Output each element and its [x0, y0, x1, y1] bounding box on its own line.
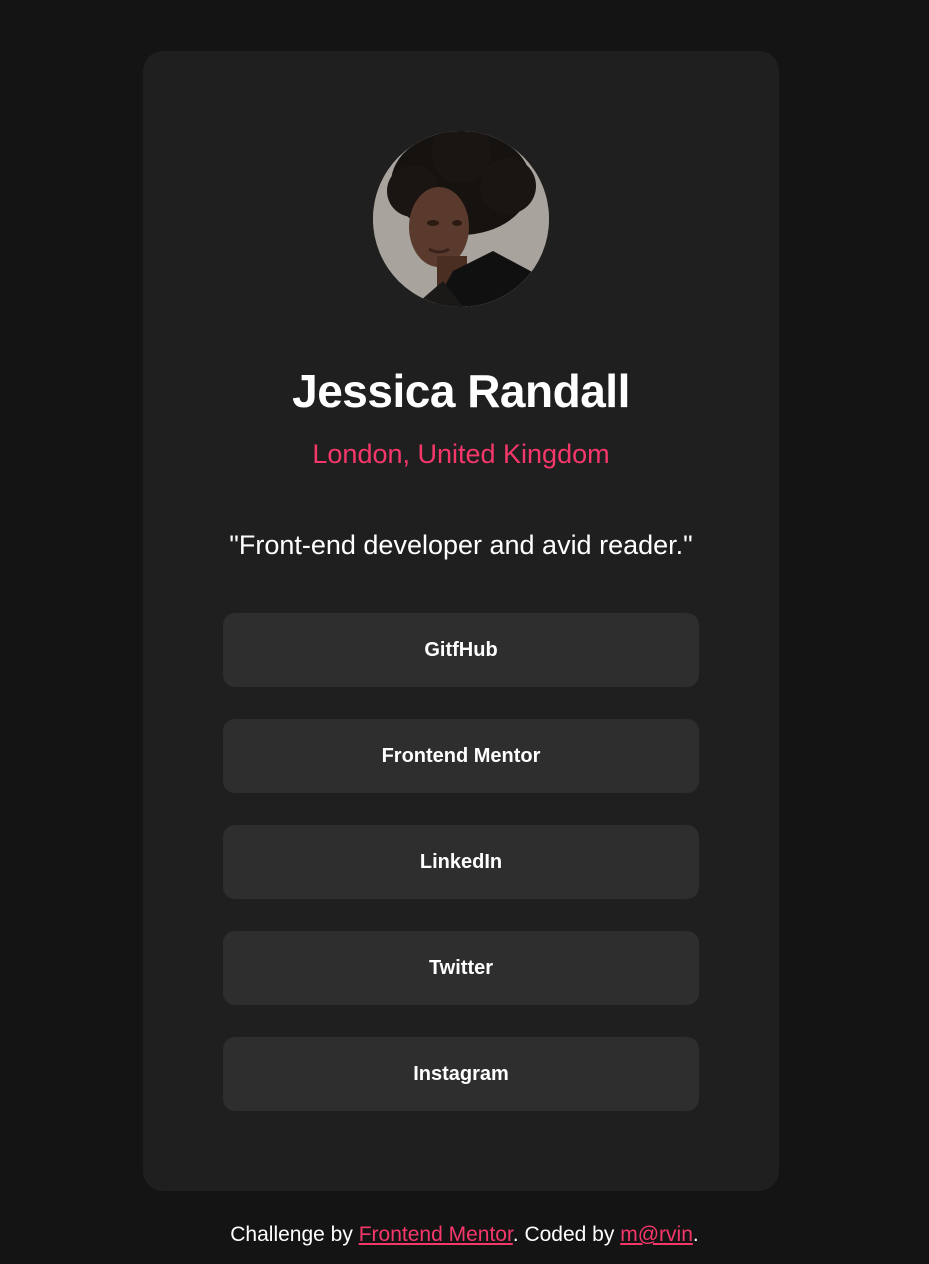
footer-prefix: Challenge by — [230, 1223, 353, 1246]
profile-location: London, United Kingdom — [312, 439, 610, 469]
footer-middle: . Coded by — [512, 1223, 615, 1246]
profile-avatar — [373, 131, 549, 307]
author-footer-link[interactable]: m@rvin — [620, 1223, 693, 1246]
frontend-mentor-footer-link[interactable]: Frontend Mentor — [359, 1223, 513, 1246]
twitter-link-button[interactable]: Twitter — [223, 931, 699, 1005]
attribution-footer: Challenge by Frontend Mentor. Coded by m… — [0, 1220, 929, 1250]
avatar-photo — [373, 131, 549, 307]
profile-name: Jessica Randall — [292, 365, 630, 417]
footer-suffix: . — [692, 1223, 699, 1246]
profile-card: Jessica Randall London, United Kingdom "… — [143, 51, 779, 1191]
github-link-button[interactable]: GitfHub — [223, 613, 699, 687]
frontend-mentor-link-button[interactable]: Frontend Mentor — [223, 719, 699, 793]
instagram-link-button[interactable]: Instagram — [223, 1037, 699, 1111]
linkedin-link-button[interactable]: LinkedIn — [223, 825, 699, 899]
profile-bio: "Front-end developer and avid reader." — [229, 530, 693, 560]
social-links: GitfHub Frontend Mentor LinkedIn Twitter… — [223, 613, 699, 1143]
